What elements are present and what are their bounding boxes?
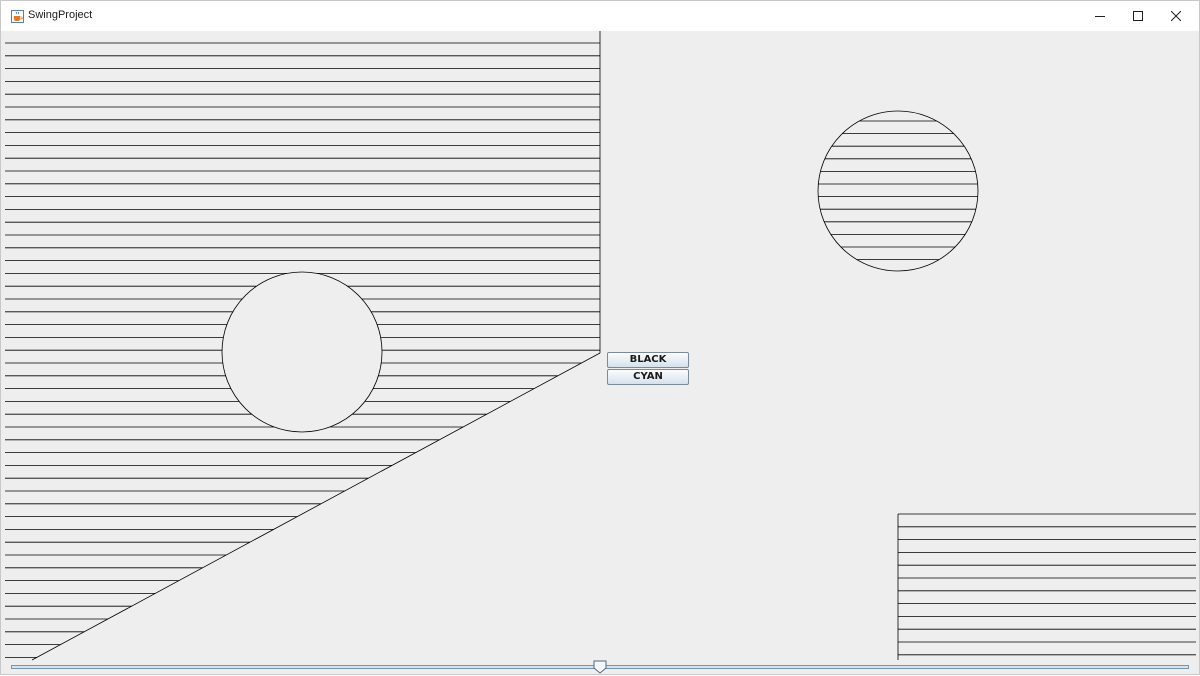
shape-diagonal-edge: [31, 352, 601, 661]
minimize-button[interactable]: [1081, 1, 1119, 31]
bottom-right-hatched-panel: [897, 513, 1196, 660]
app-window: SwingProject BLACK CYAN: [0, 0, 1200, 675]
horizontal-slider[interactable]: [11, 660, 1189, 675]
window-title: SwingProject: [28, 9, 93, 21]
maximize-icon: [1133, 11, 1143, 21]
top-right-hatched-circle: [817, 110, 979, 272]
minimize-icon: [1095, 16, 1105, 17]
maximize-button[interactable]: [1119, 1, 1157, 31]
close-button[interactable]: [1157, 1, 1195, 31]
drawing-canvas: [5, 31, 1196, 661]
title-bar[interactable]: SwingProject: [1, 1, 1199, 31]
empty-circle-outline: [221, 271, 383, 433]
black-button[interactable]: BLACK: [607, 352, 689, 368]
left-hatched-shape: [5, 31, 601, 661]
java-cup-icon: [11, 10, 24, 23]
cyan-button[interactable]: CYAN: [607, 369, 689, 385]
close-icon: [1171, 11, 1181, 21]
slider-thumb[interactable]: [593, 660, 607, 674]
